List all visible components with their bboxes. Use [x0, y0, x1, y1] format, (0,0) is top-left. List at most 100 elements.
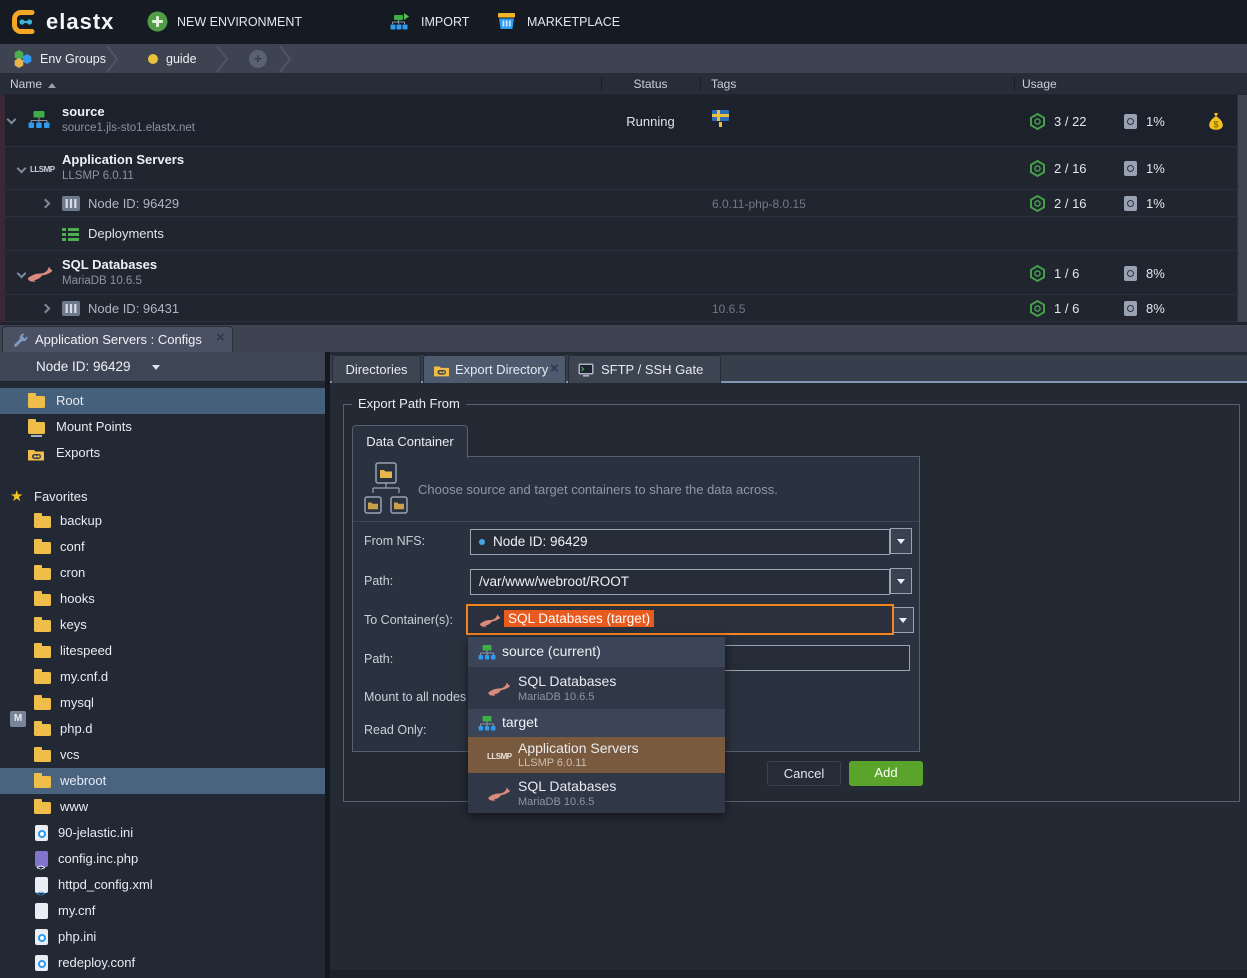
tab-directories[interactable]: Directories — [332, 355, 421, 383]
column-status[interactable]: Status — [601, 74, 700, 94]
env-row-sql-databases[interactable]: SQL Databases MariaDB 10.6.5 1 / 6 8% — [0, 251, 1247, 295]
collapse-icon[interactable] — [7, 115, 17, 125]
sidebar-item-config-inc-php[interactable]: config.inc.php — [0, 846, 325, 872]
sidebar-item-mysql[interactable]: mysql — [0, 690, 325, 716]
import-button[interactable]: IMPORT — [421, 0, 469, 44]
disk-icon — [1124, 114, 1137, 129]
from-nfs-combo[interactable]: Node ID: 96429 — [470, 529, 890, 555]
sidebar-item-mount-points[interactable]: Mount Points — [0, 414, 325, 440]
sidebar-item-webroot[interactable]: webroot — [0, 768, 325, 794]
dropdown-item-title: SQL Databases — [518, 673, 616, 689]
from-nfs-value: Node ID: 96429 — [493, 534, 588, 549]
close-icon[interactable]: × — [550, 361, 559, 376]
column-tags[interactable]: Tags — [711, 74, 736, 94]
to-containers-combo[interactable]: SQL Databases (target) — [466, 604, 894, 635]
sidebar-item-label: my.cnf — [58, 898, 95, 924]
add-button[interactable]: Add — [849, 761, 923, 786]
breadcrumb-env-groups[interactable]: Env Groups — [40, 44, 106, 74]
breadcrumb-group[interactable]: guide — [166, 44, 197, 74]
tab-sftp-ssh-gate[interactable]: SFTP / SSH Gate — [568, 355, 721, 383]
sidebar-item-vcs[interactable]: vcs — [0, 742, 325, 768]
column-name[interactable]: Name — [10, 74, 56, 94]
folder-icon — [34, 750, 51, 762]
collapse-icon[interactable] — [17, 269, 27, 279]
list-left-edge — [0, 95, 5, 322]
path-combo[interactable]: /var/www/webroot/ROOT — [470, 569, 890, 595]
sidebar-item-label: Mount Points — [56, 414, 132, 440]
sidebar-item-root[interactable]: Root — [0, 388, 325, 414]
add-group-button[interactable]: + — [249, 50, 267, 68]
sidebar-favorites-header[interactable]: ★ Favorites — [0, 484, 325, 510]
sidebar-item-backup[interactable]: backup — [0, 508, 325, 534]
new-environment-button[interactable]: NEW ENVIRONMENT — [177, 0, 302, 44]
sidebar-item-conf[interactable]: conf — [0, 534, 325, 560]
region-flag-icon[interactable] — [712, 109, 730, 129]
env-row-node-96431[interactable]: Node ID: 96431 10.6.5 1 / 6 8% — [0, 295, 1247, 322]
sidebar-item-label: php.d — [60, 716, 93, 742]
env-row-source[interactable]: source source1.jls-sto1.elastx.net Runni… — [0, 95, 1247, 147]
sidebar-item-httpd-config-xml[interactable]: httpd_config.xml — [0, 872, 325, 898]
column-divider — [700, 77, 701, 91]
layer-title: SQL Databases — [62, 257, 157, 272]
sidebar-item-keys[interactable]: keys — [0, 612, 325, 638]
deployments-title: Deployments — [88, 226, 164, 241]
billing-moneybag-icon[interactable]: $ — [1208, 112, 1224, 131]
sidebar-item-my-cnf-d[interactable]: my.cnf.d — [0, 664, 325, 690]
share-info-text: Choose source and target containers to s… — [418, 482, 778, 497]
to-containers-value: SQL Databases (target) — [504, 610, 654, 627]
env-row-node-96429[interactable]: Node ID: 96429 6.0.11-php-8.0.15 2 / 16 … — [0, 190, 1247, 217]
dropdown-item-sql-databases-source[interactable]: SQL Databases MariaDB 10.6.5 — [468, 667, 725, 709]
marketplace-button[interactable]: MARKETPLACE — [527, 0, 620, 44]
collapse-icon[interactable] — [17, 164, 27, 174]
disk-usage: 8% — [1146, 266, 1165, 281]
share-containers-icon — [363, 462, 409, 518]
breadcrumb-separator-icon — [278, 45, 292, 73]
sidebar-item-php-ini[interactable]: php.ini — [0, 924, 325, 950]
close-icon[interactable]: × — [216, 330, 225, 345]
logo-text: elastx — [46, 9, 114, 35]
env-list-scrollbar[interactable] — [1237, 95, 1247, 322]
tab-export-directory[interactable]: Export Directory × — [423, 355, 566, 383]
env-row-app-servers[interactable]: LLSMP Application Servers LLSMP 6.0.11 2… — [0, 147, 1247, 190]
sidebar-item-redeploy-conf[interactable]: redeploy.conf — [0, 950, 325, 976]
folder-icon — [34, 620, 51, 632]
to-containers-dropdown-button[interactable] — [892, 607, 914, 633]
expand-icon[interactable] — [41, 304, 51, 314]
from-nfs-label: From NFS: — [364, 534, 425, 548]
dropdown-item-sql-databases-target[interactable]: SQL Databases MariaDB 10.6.5 — [468, 773, 725, 813]
sidebar-item-my-cnf[interactable]: my.cnf — [0, 898, 325, 924]
wrench-icon — [13, 332, 29, 348]
sidebar-item-php-d[interactable]: php.d — [0, 716, 325, 742]
node-dot-icon — [479, 539, 485, 545]
node-selector[interactable]: M Node ID: 96429 — [0, 352, 325, 382]
folder-mount-icon — [28, 422, 45, 434]
sidebar-item-www[interactable]: www — [0, 794, 325, 820]
tab-data-container[interactable]: Data Container — [352, 425, 468, 458]
svg-text:LLSMP: LLSMP — [487, 752, 513, 761]
sidebar-item-label: vcs — [60, 742, 80, 768]
tab-configs[interactable]: Application Servers : Configs × — [2, 326, 233, 352]
column-usage[interactable]: Usage — [1022, 74, 1057, 94]
sidebar-item-hooks[interactable]: hooks — [0, 586, 325, 612]
panel-bottom-edge — [330, 970, 1247, 978]
xml-file-icon — [35, 877, 48, 893]
env-row-deployments[interactable]: Deployments — [0, 217, 1247, 251]
sidebar-item-exports[interactable]: Exports — [0, 440, 325, 466]
svg-text:LLSMP: LLSMP — [30, 165, 56, 174]
dropdown-item-application-servers[interactable]: LLSMP Application Servers LLSMP 6.0.11 — [468, 737, 725, 773]
dropdown-group-target[interactable]: target — [468, 709, 725, 737]
dropdown-group-source[interactable]: source (current) — [468, 637, 725, 667]
breadcrumb-separator-icon — [215, 45, 229, 73]
path-dropdown-button[interactable] — [890, 568, 912, 594]
from-nfs-dropdown-button[interactable] — [890, 528, 912, 554]
sidebar-item-cron[interactable]: cron — [0, 560, 325, 586]
status-text: Running — [601, 114, 700, 129]
folder-icon — [34, 776, 51, 788]
sidebar-item-90-jelastic-ini[interactable]: 90-jelastic.ini — [0, 820, 325, 846]
cancel-button[interactable]: Cancel — [767, 761, 841, 786]
terminal-icon — [578, 363, 596, 378]
sidebar-item-litespeed[interactable]: litespeed — [0, 638, 325, 664]
expand-icon[interactable] — [41, 199, 51, 209]
folder-icon — [34, 802, 51, 814]
elastx-logo-icon[interactable] — [10, 7, 40, 37]
